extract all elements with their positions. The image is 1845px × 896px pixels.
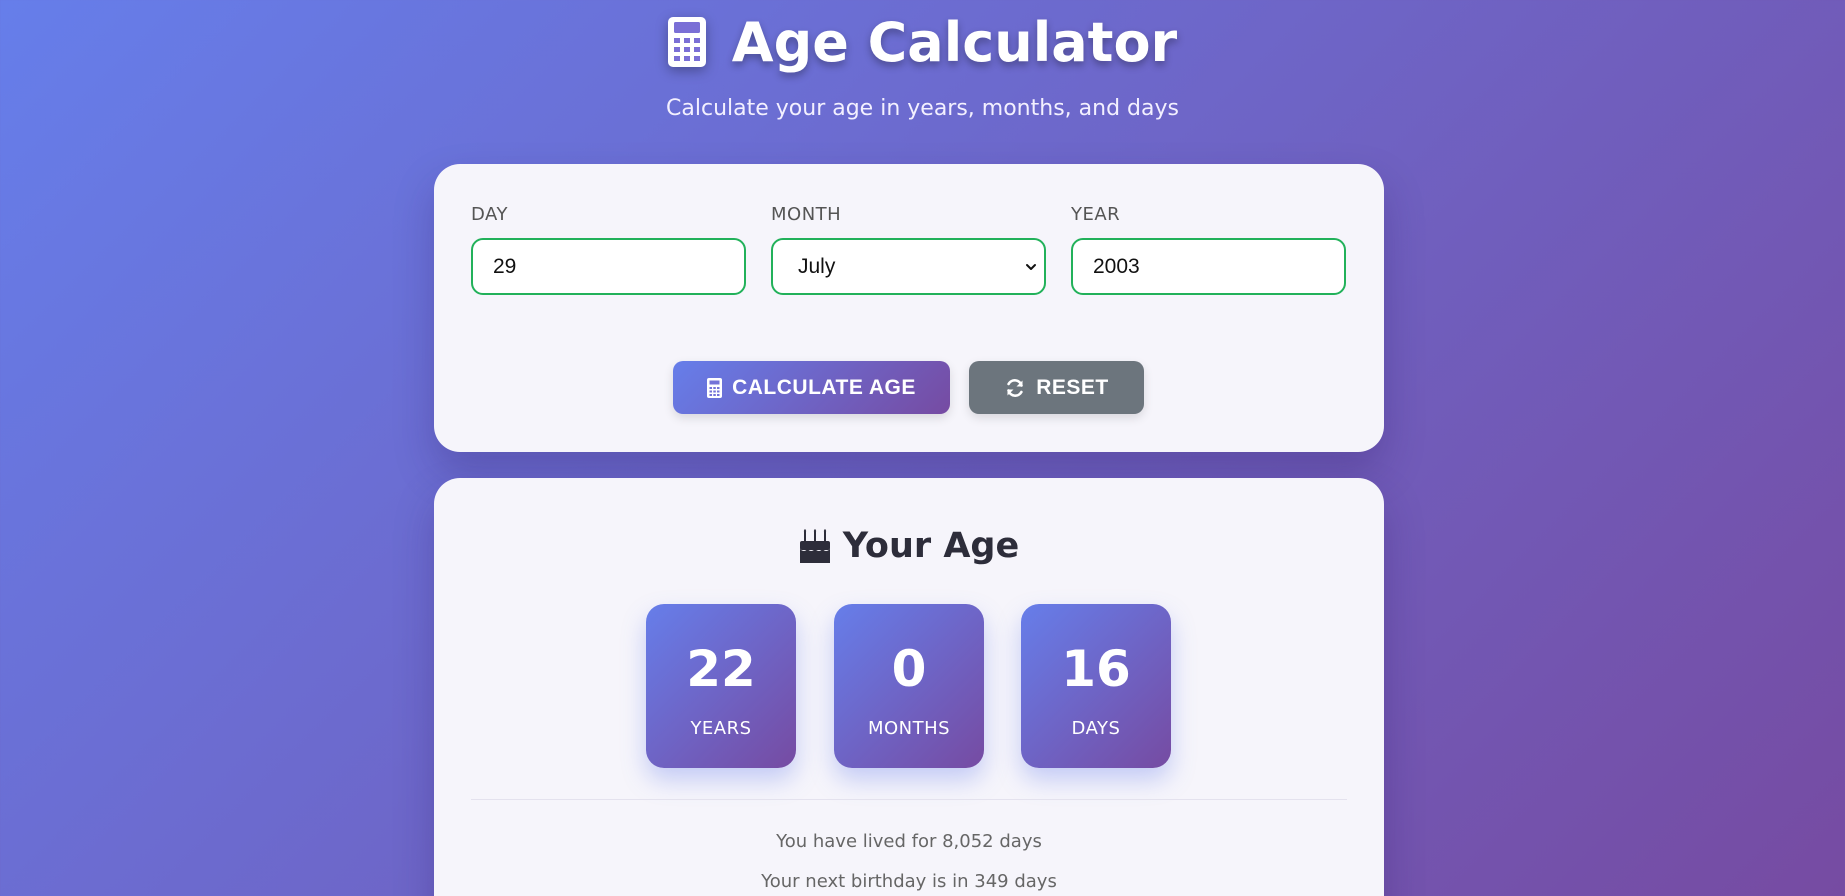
day-input[interactable]: 29 xyxy=(471,238,746,295)
day-input-value: 29 xyxy=(493,254,517,278)
day-label: DAY xyxy=(471,204,508,225)
birthday-cake-icon xyxy=(799,529,830,563)
month-select[interactable]: July xyxy=(771,238,1046,295)
year-input[interactable]: 2003 xyxy=(1071,238,1346,295)
input-card: DAY 29 MONTH July YEAR 2003 CALCULATE AG… xyxy=(434,164,1384,452)
page-title-row: Age Calculator xyxy=(0,8,1845,76)
page-subtitle: Calculate your age in years, months, and… xyxy=(666,96,1179,121)
month-field-group: MONTH July xyxy=(771,204,1046,295)
months-value: 0 xyxy=(891,640,927,698)
months-label: MONTHS xyxy=(867,718,951,739)
months-stat-card: 0 MONTHS xyxy=(834,604,984,768)
day-field-group: DAY 29 xyxy=(471,204,746,295)
calculator-icon xyxy=(707,377,723,398)
next-birthday-text: Your next birthday is in 349 days xyxy=(761,871,1057,892)
calculate-age-label: CALCULATE AGE xyxy=(732,375,916,399)
days-stat-card: 16 DAYS xyxy=(1021,604,1171,768)
refresh-icon xyxy=(1007,378,1024,397)
result-title: Your Age xyxy=(842,526,1020,566)
result-title-row: Your Age xyxy=(434,526,1384,566)
years-label: YEARS xyxy=(690,718,752,739)
calculator-icon xyxy=(667,17,706,67)
result-card: Your Age 22 YEARS 0 MONTHS 16 DAYS You h… xyxy=(434,478,1384,896)
year-label: YEAR xyxy=(1071,204,1121,225)
years-value: 22 xyxy=(686,640,756,698)
year-input-value: 2003 xyxy=(1093,254,1140,278)
page-title: Age Calculator xyxy=(731,10,1178,74)
years-stat-card: 22 YEARS xyxy=(646,604,796,768)
year-field-group: YEAR 2003 xyxy=(1071,204,1346,295)
days-value: 16 xyxy=(1061,640,1131,698)
total-days-lived-text: You have lived for 8,052 days xyxy=(776,831,1042,852)
days-label: DAYS xyxy=(1071,718,1121,739)
reset-label: RESET xyxy=(1036,375,1109,399)
reset-button[interactable]: RESET xyxy=(969,361,1144,414)
divider xyxy=(471,799,1347,800)
month-select-value: July xyxy=(798,254,836,278)
chevron-down-icon xyxy=(1026,264,1036,270)
calculate-age-button[interactable]: CALCULATE AGE xyxy=(673,361,950,414)
month-label: MONTH xyxy=(771,204,842,225)
